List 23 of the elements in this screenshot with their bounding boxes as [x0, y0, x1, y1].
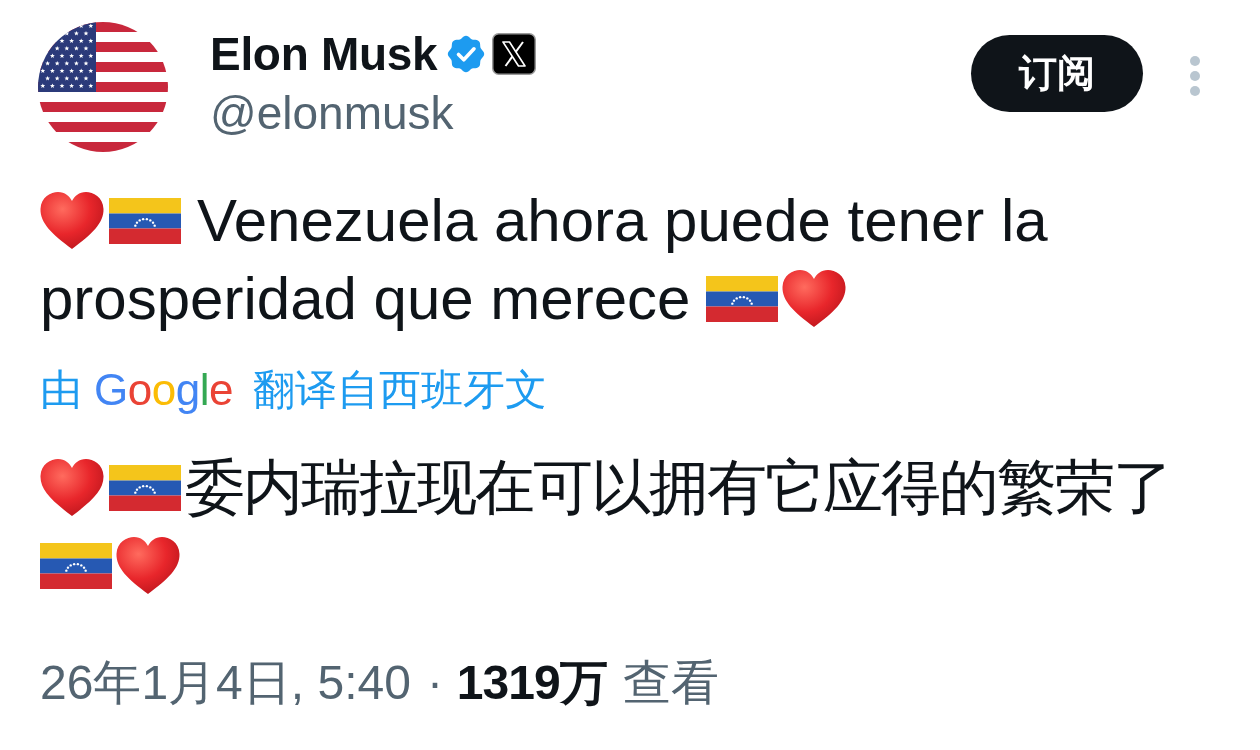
translation-label: 翻译自西班牙文 [252, 365, 547, 415]
post-text: Venezuela ahora puede tener la [197, 186, 1048, 256]
views-label: 查看 [622, 656, 719, 709]
post-timestamp: 26年1月4日, 5:40 [40, 656, 411, 709]
flag-icon [40, 543, 112, 589]
heart-icon [40, 459, 104, 517]
heart-icon [40, 192, 104, 250]
post-text: prosperidad que merece [40, 264, 691, 334]
author-name[interactable]: Elon Musk [210, 22, 438, 86]
subscribe-button[interactable]: 订阅 [971, 35, 1143, 112]
heart-icon [782, 270, 847, 328]
views-count: 1319万 [456, 656, 607, 709]
translated-text: 委内瑞拉现在可以拥有它应得的繁荣了 [185, 453, 1171, 523]
flag-icon [109, 198, 181, 244]
translation-label: 由 [40, 365, 82, 415]
google-logo: Google [94, 364, 233, 416]
flag-icon [109, 465, 181, 511]
flag-icon [706, 276, 779, 322]
heart-icon [116, 537, 180, 595]
x-logo-icon [492, 33, 537, 75]
author-handle[interactable]: @elonmusk [210, 86, 454, 140]
flag-avatar-image[interactable] [38, 22, 168, 152]
separator-dot: · [426, 656, 443, 709]
